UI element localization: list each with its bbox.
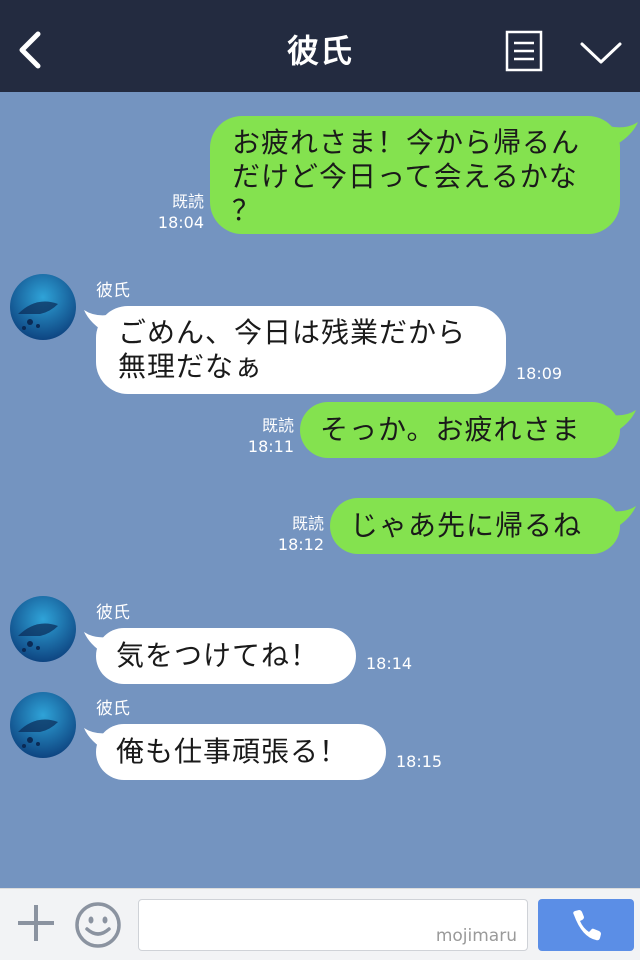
their-message-bubble[interactable]: 気をつけてね！ [96, 628, 356, 684]
chevron-down-icon [580, 42, 622, 64]
input-bar: mojimaru [0, 888, 640, 960]
message-input[interactable]: mojimaru [138, 899, 528, 951]
collapse-button[interactable] [578, 36, 624, 68]
menu-button[interactable] [504, 30, 544, 72]
message-time: 18:14 [366, 654, 413, 673]
message-time: 18:15 [396, 752, 443, 771]
emoji-button[interactable] [74, 901, 122, 949]
sea-photo-icon [10, 692, 76, 758]
avatar[interactable] [10, 274, 76, 340]
list-icon [505, 30, 543, 72]
read-receipt: 既読 [261, 416, 294, 435]
sea-photo-icon [10, 596, 76, 662]
their-message-bubble[interactable]: 俺も仕事頑張る！ [96, 724, 386, 780]
avatar[interactable] [10, 596, 76, 662]
sender-name: 彼氏 [96, 603, 130, 623]
their-message-bubble[interactable]: ごめん、今日は残業だから 無理だなぁ [96, 306, 506, 394]
my-message-bubble[interactable]: じゃあ先に帰るね [330, 498, 620, 554]
sender-name: 彼氏 [96, 281, 130, 301]
read-receipt: 既読 [171, 192, 204, 211]
sender-name: 彼氏 [96, 699, 130, 719]
message-time: 18:04 [157, 213, 204, 232]
call-button[interactable] [538, 899, 634, 951]
sea-photo-icon [10, 274, 76, 340]
my-message-bubble[interactable]: そっか。お疲れさま [300, 402, 620, 458]
avatar[interactable] [10, 692, 76, 758]
plus-icon [18, 905, 54, 941]
watermark-text: mojimaru [435, 926, 517, 946]
smiley-icon [75, 902, 121, 948]
chat-title: 彼氏 [286, 32, 353, 70]
message-time: 18:09 [516, 364, 563, 383]
my-message-bubble[interactable]: お疲れさま！今から帰るん だけど今日って会えるかな ？ [210, 116, 620, 234]
read-receipt: 既読 [291, 514, 324, 533]
message-time: 18:12 [277, 535, 324, 554]
add-button[interactable] [14, 901, 58, 945]
chat-header: 彼氏 [0, 0, 640, 92]
phone-icon [573, 910, 601, 941]
message-list[interactable]: お疲れさま！今から帰るん だけど今日って会えるかな ？ 既読 18:04 彼氏 … [0, 92, 640, 888]
message-time: 18:11 [247, 437, 294, 456]
